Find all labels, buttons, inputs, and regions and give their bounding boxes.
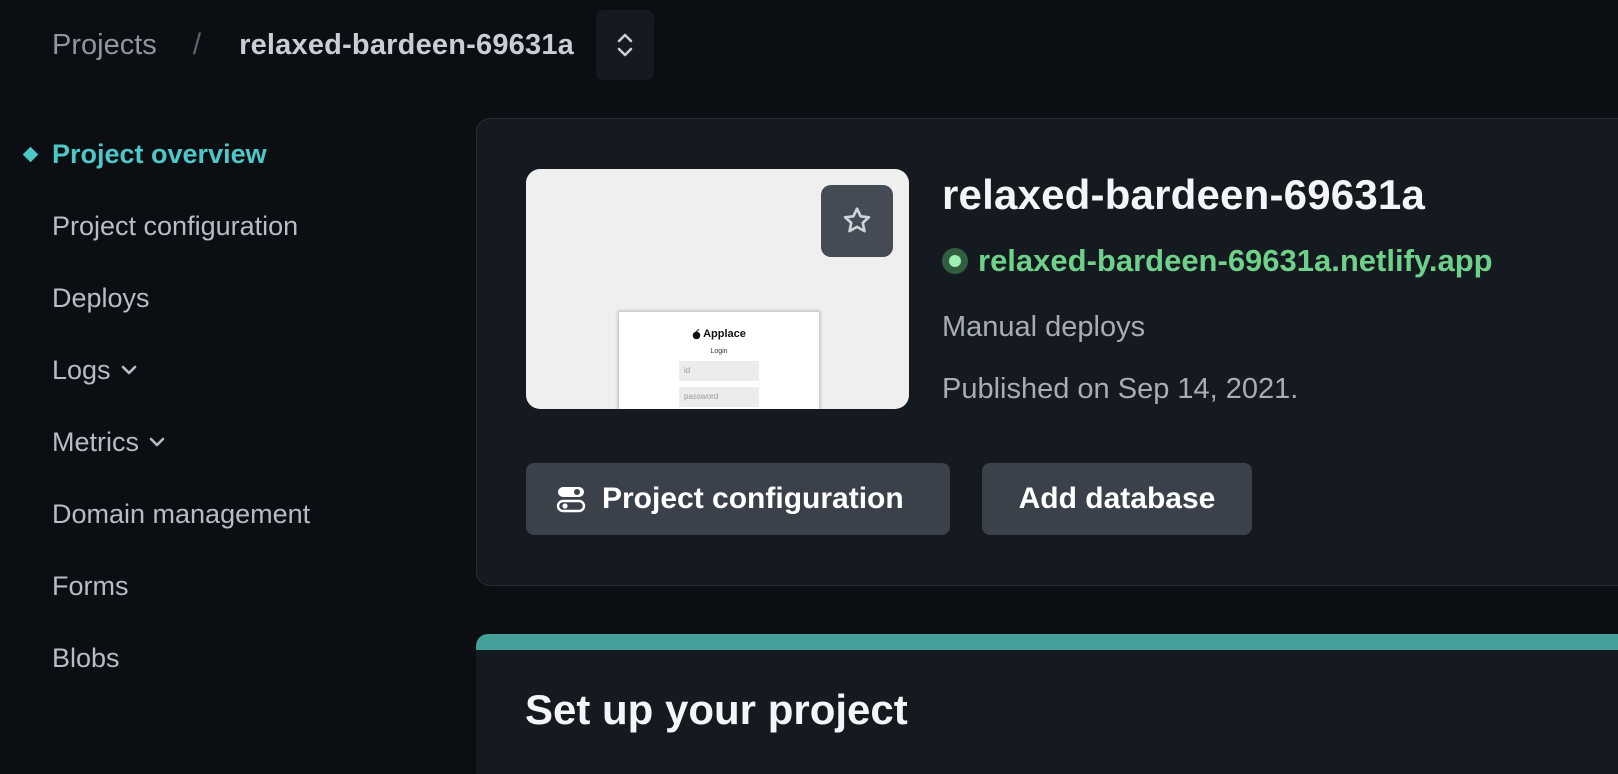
thumbnail-password-field: password — [679, 387, 759, 407]
sidebar-item-blobs[interactable]: Blobs — [0, 622, 420, 694]
chevron-up-down-icon — [617, 33, 633, 57]
favorite-button[interactable] — [821, 185, 893, 257]
breadcrumb: Projects / relaxed-bardeen-69631a — [52, 10, 654, 80]
star-icon — [843, 207, 871, 233]
sidebar-item-project-configuration[interactable]: Project configuration — [0, 190, 420, 262]
chevron-down-icon — [121, 364, 137, 376]
sidebar-item-label: Deploys — [52, 282, 150, 313]
status-dot-icon — [942, 248, 968, 274]
toggles-icon — [556, 487, 586, 513]
deploy-mode-text: Manual deploys — [942, 311, 1146, 343]
site-url-link[interactable]: relaxed-bardeen-69631a.netlify.app — [942, 243, 1493, 279]
sidebar-item-deploys[interactable]: Deploys — [0, 262, 420, 334]
sidebar-item-label: Forms — [52, 570, 129, 601]
thumbnail-id-field: id — [679, 361, 759, 381]
sidebar-item-domain-management[interactable]: Domain management — [0, 478, 420, 550]
apple-logo-icon — [692, 328, 701, 339]
setup-accent-bar — [476, 634, 1618, 650]
published-date-text: Published on Sep 14, 2021. — [942, 373, 1299, 405]
setup-title: Set up your project — [525, 686, 908, 733]
breadcrumb-projects-link[interactable]: Projects — [52, 29, 157, 62]
site-name-heading: relaxed-bardeen-69631a — [942, 171, 1426, 218]
project-overview-card: Applace Login id password relaxed-bardee… — [476, 118, 1618, 586]
sidebar-item-metrics[interactable]: Metrics — [0, 406, 420, 478]
sidebar-item-project-overview[interactable]: Project overview — [0, 118, 420, 190]
setup-project-card: Set up your project — [476, 634, 1618, 774]
sidebar-item-label: Metrics — [52, 426, 139, 457]
project-switcher-button[interactable] — [595, 10, 654, 80]
thumbnail-login-page: Applace Login id password — [618, 311, 820, 409]
sidebar-item-label: Domain management — [52, 498, 311, 529]
sidebar-item-label: Blobs — [52, 642, 120, 673]
sidebar-item-forms[interactable]: Forms — [0, 550, 420, 622]
site-url-text: relaxed-bardeen-69631a.netlify.app — [978, 243, 1493, 278]
thumbnail-brand: Applace — [619, 328, 819, 340]
chevron-down-icon — [149, 436, 165, 448]
project-configuration-button[interactable]: Project configuration — [526, 463, 950, 535]
breadcrumb-current-project: relaxed-bardeen-69631a — [239, 28, 574, 61]
sidebar-item-label: Logs — [52, 354, 111, 385]
sidebar-item-label: Project overview — [52, 138, 267, 169]
add-database-button[interactable]: Add database — [982, 463, 1252, 535]
active-indicator-icon — [22, 146, 39, 163]
site-screenshot-thumbnail[interactable]: Applace Login id password — [526, 169, 909, 409]
sidebar-nav: Project overview Project configuration D… — [0, 118, 420, 694]
sidebar-item-label: Project configuration — [52, 210, 299, 241]
thumbnail-login-heading: Login — [710, 348, 728, 355]
breadcrumb-separator: / — [192, 28, 202, 61]
sidebar-item-logs[interactable]: Logs — [0, 334, 420, 406]
